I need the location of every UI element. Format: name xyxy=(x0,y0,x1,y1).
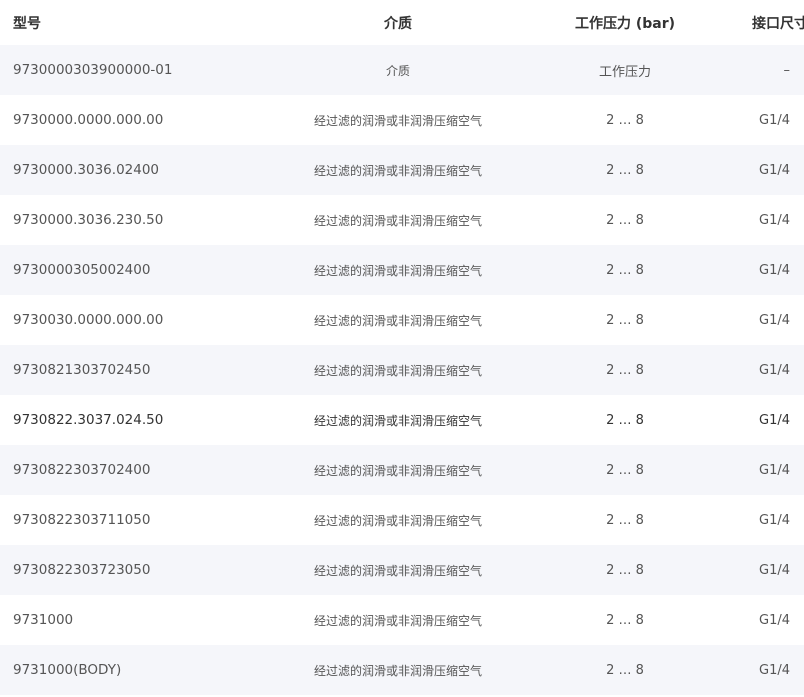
header-medium: 介质 xyxy=(384,15,412,32)
cell-port: G1/4 xyxy=(759,662,790,678)
cell-pressure: 2 … 8 xyxy=(606,412,644,428)
table-row[interactable]: 9731000 经过滤的润滑或非润滑压缩空气 2 … 8 G1/4 xyxy=(0,595,804,645)
cell-medium: 经过滤的润滑或非润滑压缩空气 xyxy=(313,513,482,528)
cell-pressure: 2 … 8 xyxy=(606,312,644,328)
cell-port: G1/4 xyxy=(759,112,790,128)
cell-pressure: 2 … 8 xyxy=(606,212,644,228)
table-row[interactable]: 9730030.0000.000.00 经过滤的润滑或非润滑压缩空气 2 … 8… xyxy=(0,295,804,345)
cell-model[interactable]: 9730000.3036.230.50 xyxy=(0,212,298,228)
cell-model[interactable]: 9730000303900000-01 xyxy=(0,62,298,78)
cell-pressure: 2 … 8 xyxy=(606,512,644,528)
product-table: 型号 介质 工作压力 (bar) 接口尺寸 9730000303900000-0… xyxy=(0,0,804,695)
table-row[interactable]: 9730000.3036.230.50 经过滤的润滑或非润滑压缩空气 2 … 8… xyxy=(0,195,804,245)
cell-pressure: 2 … 8 xyxy=(606,562,644,578)
cell-medium: 经过滤的润滑或非润滑压缩空气 xyxy=(313,263,482,278)
cell-model[interactable]: 9731000 xyxy=(0,612,298,628)
header-model: 型号 xyxy=(13,15,41,32)
cell-port: G1/4 xyxy=(759,512,790,528)
cell-port: G1/4 xyxy=(759,262,790,278)
cell-model[interactable]: 9730821303702450 xyxy=(0,362,298,378)
table-row[interactable]: 9730822303711050 经过滤的润滑或非润滑压缩空气 2 … 8 G1… xyxy=(0,495,804,545)
cell-model[interactable]: 9731000(BODY) xyxy=(0,662,298,678)
table-row[interactable]: 9730822.3037.024.50 经过滤的润滑或非润滑压缩空气 2 … 8… xyxy=(0,395,804,445)
cell-medium: 经过滤的润滑或非润滑压缩空气 xyxy=(313,613,482,628)
cell-pressure: 2 … 8 xyxy=(606,462,644,478)
cell-port: G1/4 xyxy=(759,362,790,378)
table-header: 型号 介质 工作压力 (bar) 接口尺寸 xyxy=(0,0,804,45)
cell-model[interactable]: 9730822303711050 xyxy=(0,512,298,528)
cell-pressure: 2 … 8 xyxy=(606,162,644,178)
table-row[interactable]: 9730822303723050 经过滤的润滑或非润滑压缩空气 2 … 8 G1… xyxy=(0,545,804,595)
cell-medium: 经过滤的润滑或非润滑压缩空气 xyxy=(313,363,482,378)
cell-pressure: 2 … 8 xyxy=(606,362,644,378)
table-row[interactable]: 9730000.0000.000.00 经过滤的润滑或非润滑压缩空气 2 … 8… xyxy=(0,95,804,145)
cell-model[interactable]: 9730822303702400 xyxy=(0,462,298,478)
cell-medium: 介质 xyxy=(385,63,410,78)
cell-medium: 经过滤的润滑或非润滑压缩空气 xyxy=(313,163,482,178)
cell-medium: 经过滤的润滑或非润滑压缩空气 xyxy=(313,313,482,328)
cell-pressure: 2 … 8 xyxy=(606,662,644,678)
table-row[interactable]: 9730000303900000-01 介质 工作压力 – xyxy=(0,45,804,95)
cell-model[interactable]: 9730822303723050 xyxy=(0,562,298,578)
header-port: 接口尺寸 xyxy=(752,15,804,32)
cell-port: G1/4 xyxy=(759,212,790,228)
cell-pressure: 2 … 8 xyxy=(606,262,644,278)
cell-port: G1/4 xyxy=(759,162,790,178)
cell-port: G1/4 xyxy=(759,612,790,628)
cell-medium: 经过滤的润滑或非润滑压缩空气 xyxy=(313,413,482,428)
cell-model[interactable]: 9730822.3037.024.50 xyxy=(0,412,298,428)
cell-pressure: 工作压力 xyxy=(598,64,651,80)
table-row[interactable]: 9730000305002400 经过滤的润滑或非润滑压缩空气 2 … 8 G1… xyxy=(0,245,804,295)
cell-medium: 经过滤的润滑或非润滑压缩空气 xyxy=(313,563,482,578)
cell-medium: 经过滤的润滑或非润滑压缩空气 xyxy=(313,113,482,128)
cell-pressure: 2 … 8 xyxy=(606,112,644,128)
cell-model[interactable]: 9730000.0000.000.00 xyxy=(0,112,298,128)
table-row[interactable]: 9730000.3036.02400 经过滤的润滑或非润滑压缩空气 2 … 8 … xyxy=(0,145,804,195)
cell-model[interactable]: 9730000.3036.02400 xyxy=(0,162,298,178)
cell-medium: 经过滤的润滑或非润滑压缩空气 xyxy=(313,463,482,478)
cell-medium: 经过滤的润滑或非润滑压缩空气 xyxy=(313,663,482,678)
cell-model[interactable]: 9730030.0000.000.00 xyxy=(0,312,298,328)
table-row[interactable]: 9730822303702400 经过滤的润滑或非润滑压缩空气 2 … 8 G1… xyxy=(0,445,804,495)
cell-medium: 经过滤的润滑或非润滑压缩空气 xyxy=(313,213,482,228)
table-row[interactable]: 9731000(BODY) 经过滤的润滑或非润滑压缩空气 2 … 8 G1/4 xyxy=(0,645,804,695)
cell-port: G1/4 xyxy=(759,462,790,478)
cell-port: – xyxy=(783,62,791,78)
cell-port: G1/4 xyxy=(759,412,790,428)
cell-port: G1/4 xyxy=(759,312,790,328)
header-pressure: 工作压力 (bar) xyxy=(574,15,676,32)
table-row[interactable]: 9730821303702450 经过滤的润滑或非润滑压缩空气 2 … 8 G1… xyxy=(0,345,804,395)
cell-model[interactable]: 9730000305002400 xyxy=(0,262,298,278)
cell-pressure: 2 … 8 xyxy=(606,612,644,628)
cell-port: G1/4 xyxy=(759,562,790,578)
